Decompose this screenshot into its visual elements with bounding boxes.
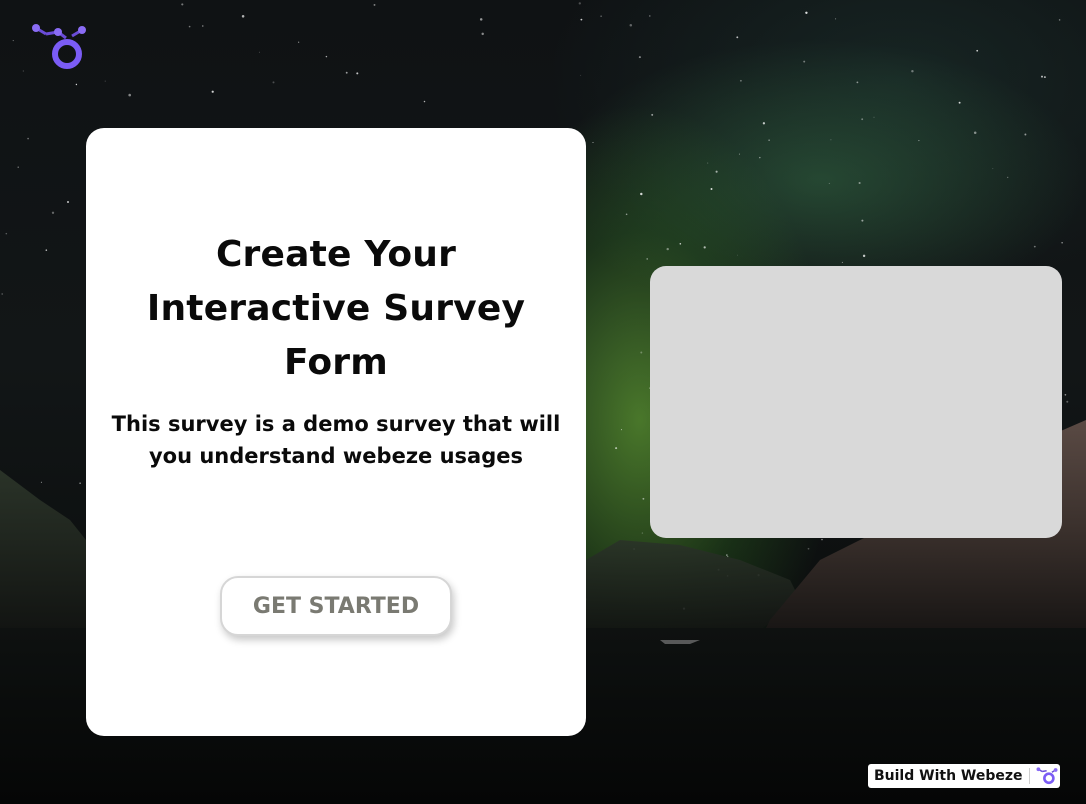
get-started-button[interactable]: GET STARTED	[220, 576, 452, 636]
webeze-logo-icon	[1036, 767, 1058, 785]
survey-description: This survey is a demo survey that will y…	[111, 412, 561, 468]
badge-label: Build With Webeze	[874, 768, 1023, 784]
page-title: Create Your Interactive Survey Form	[146, 234, 526, 383]
intro-card: Create Your Interactive Survey Form This…	[86, 128, 586, 736]
build-with-webeze-badge[interactable]: Build With Webeze	[868, 764, 1060, 788]
media-placeholder	[650, 266, 1062, 538]
badge-divider	[1028, 768, 1030, 784]
webeze-logo-icon[interactable]	[30, 22, 88, 70]
